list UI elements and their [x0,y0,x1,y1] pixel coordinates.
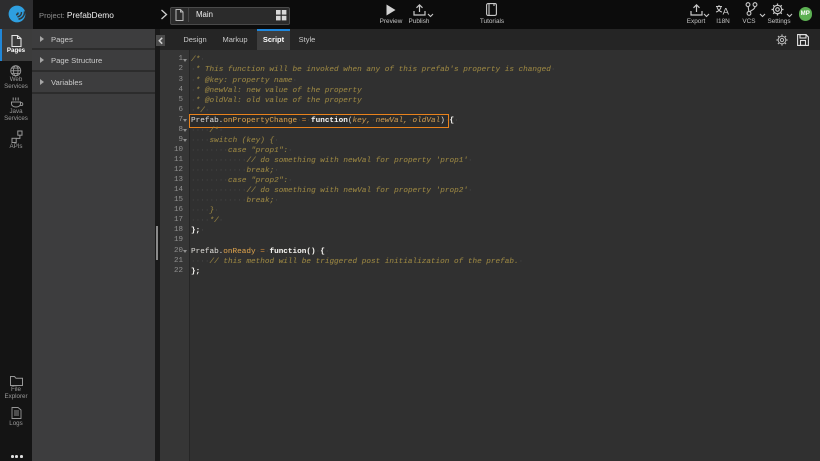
svg-text:A: A [723,7,730,18]
